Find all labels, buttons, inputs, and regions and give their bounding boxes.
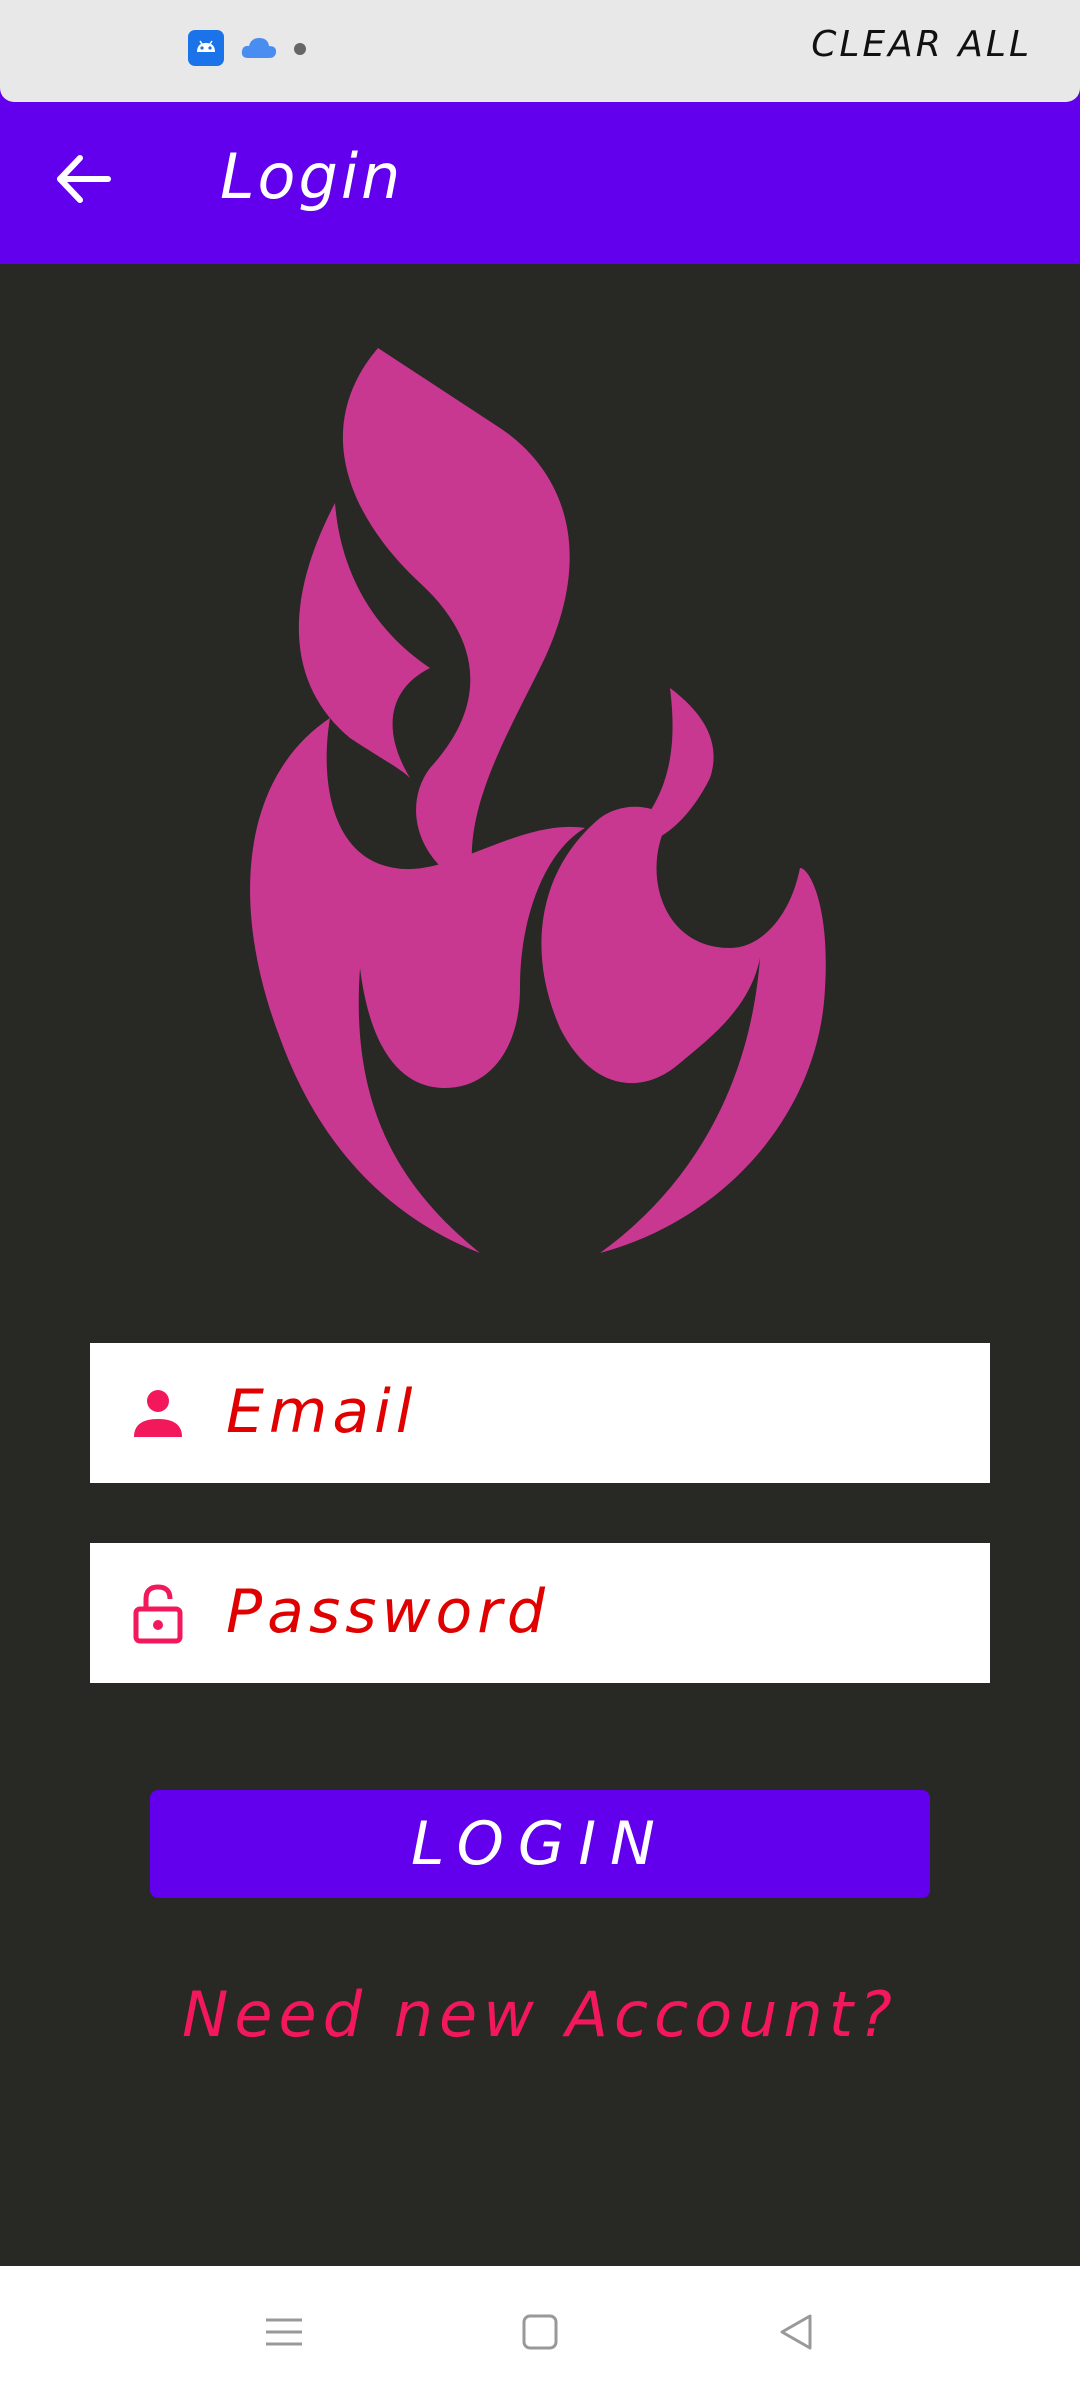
notification-shade: CLEAR ALL xyxy=(0,0,1080,102)
system-nav-bar xyxy=(0,2266,1080,2400)
password-input[interactable]: Password xyxy=(226,1577,550,1647)
lock-icon xyxy=(126,1581,190,1645)
page-title: Login xyxy=(220,140,404,213)
new-account-link[interactable]: Need new Account? xyxy=(0,1978,1080,2051)
clear-all-button[interactable]: CLEAR ALL xyxy=(811,24,1032,65)
flame-icon xyxy=(240,348,840,1258)
back-icon[interactable] xyxy=(774,2310,818,2354)
password-field[interactable]: Password xyxy=(90,1543,990,1683)
menu-icon[interactable] xyxy=(262,2310,306,2354)
email-field[interactable]: Email xyxy=(90,1343,990,1483)
android-icon xyxy=(188,30,224,66)
email-input[interactable]: Email xyxy=(226,1377,417,1447)
person-icon xyxy=(126,1381,190,1445)
cloud-icon xyxy=(240,34,278,62)
home-icon[interactable] xyxy=(518,2310,562,2354)
login-button[interactable]: LOGIN xyxy=(150,1790,930,1898)
dot-icon xyxy=(294,43,306,55)
arrow-left-icon[interactable] xyxy=(48,144,118,214)
